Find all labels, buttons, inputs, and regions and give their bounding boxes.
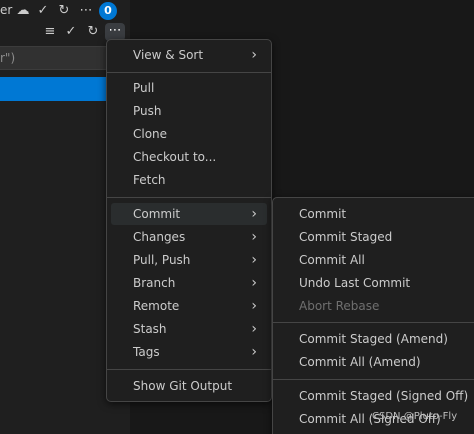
chevron-right-icon: › <box>251 229 257 245</box>
menu-item-label: Push <box>133 104 162 118</box>
menu-item-label: Pull, Push <box>133 253 191 267</box>
watermark: CSDN @Pluto-Fly <box>372 411 458 422</box>
menu-item-push[interactable]: Push <box>111 100 267 122</box>
chevron-right-icon: › <box>251 298 257 314</box>
chevron-right-icon: › <box>251 206 257 222</box>
menu-item-label: Show Git Output <box>133 379 233 393</box>
chevron-right-icon: › <box>251 321 257 337</box>
check-icon[interactable]: ✓ <box>35 3 51 19</box>
menu-item-branch[interactable]: Branch › <box>111 272 267 294</box>
menu-item-label: Checkout to... <box>133 150 217 164</box>
menu-item-changes[interactable]: Changes › <box>111 226 267 248</box>
chevron-right-icon: › <box>251 47 257 63</box>
submenu-item-label: Commit All (Amend) <box>299 355 421 369</box>
menu-item-pull[interactable]: Pull <box>111 77 267 99</box>
menu-item-label: Stash <box>133 322 167 336</box>
chevron-right-icon: › <box>251 252 257 268</box>
panel-title: er <box>0 3 13 17</box>
menu-item-label: Commit <box>133 207 181 221</box>
more-icon[interactable]: ⋯ <box>78 3 94 19</box>
submenu-item-label: Commit <box>299 207 347 221</box>
menu-item-label: View & Sort <box>133 48 204 62</box>
commit-check-icon[interactable]: ✓ <box>63 24 79 40</box>
menu-item-pull-push[interactable]: Pull, Push › <box>111 249 267 271</box>
submenu-item-label: Commit Staged (Signed Off) <box>299 389 469 403</box>
list-icon[interactable]: ≡ <box>42 24 58 40</box>
menu-item-commit[interactable]: Commit › <box>111 203 267 225</box>
menu-item-clone[interactable]: Clone <box>111 123 267 145</box>
menu-item-remote[interactable]: Remote › <box>111 295 267 317</box>
submenu-item-commit-staged[interactable]: Commit Staged <box>277 226 474 248</box>
menu-item-view-sort[interactable]: View & Sort › <box>111 44 267 66</box>
chevron-right-icon: › <box>251 275 257 291</box>
submenu-item-label: Commit Staged <box>299 230 393 244</box>
commit-submenu: Commit Commit Staged Commit All Undo Las… <box>272 197 474 434</box>
submenu-item-label: Undo Last Commit <box>299 276 411 290</box>
submenu-item-commit-staged-signed-off[interactable]: Commit Staged (Signed Off) <box>277 385 474 407</box>
menu-item-label: Pull <box>133 81 155 95</box>
menu-item-label: Branch <box>133 276 176 290</box>
menu-separator <box>107 197 271 198</box>
submenu-item-commit-all-amend[interactable]: Commit All (Amend) <box>277 351 474 373</box>
submenu-item-commit[interactable]: Commit <box>277 203 474 225</box>
submenu-item-label: Abort Rebase <box>299 299 380 313</box>
menu-separator <box>107 72 271 73</box>
menu-item-label: Clone <box>133 127 168 141</box>
menu-item-label: Changes <box>133 230 186 244</box>
changes-count-badge: 0 <box>99 2 117 20</box>
cloud-sync-icon[interactable]: ☁ <box>15 3 31 19</box>
menu-item-stash[interactable]: Stash › <box>111 318 267 340</box>
panel-title-row: er ☁ ✓ ↻ ⋯ 0 <box>0 0 130 22</box>
menu-item-label: Remote <box>133 299 180 313</box>
menu-item-show-git-output[interactable]: Show Git Output <box>111 375 267 397</box>
refresh-icon[interactable]: ↻ <box>85 24 101 40</box>
submenu-item-commit-all[interactable]: Commit All <box>277 249 474 271</box>
menu-separator <box>107 369 271 370</box>
submenu-item-abort-rebase: Abort Rebase <box>277 295 474 317</box>
menu-item-tags[interactable]: Tags › <box>111 341 267 363</box>
submenu-item-label: Commit Staged (Amend) <box>299 332 448 346</box>
menu-item-checkout[interactable]: Checkout to... <box>111 146 267 168</box>
menu-item-label: Fetch <box>133 173 166 187</box>
submenu-item-label: Commit All <box>299 253 365 267</box>
git-more-actions-menu: View & Sort › Pull Push Clone Checkout t… <box>106 39 272 402</box>
refresh-icon[interactable]: ↻ <box>56 3 72 19</box>
menu-separator <box>273 322 474 323</box>
menu-item-label: Tags <box>133 345 160 359</box>
menu-separator <box>273 379 474 380</box>
menu-item-fetch[interactable]: Fetch <box>111 169 267 191</box>
chevron-right-icon: › <box>251 344 257 360</box>
submenu-item-commit-staged-amend[interactable]: Commit Staged (Amend) <box>277 328 474 350</box>
submenu-item-undo-last-commit[interactable]: Undo Last Commit <box>277 272 474 294</box>
